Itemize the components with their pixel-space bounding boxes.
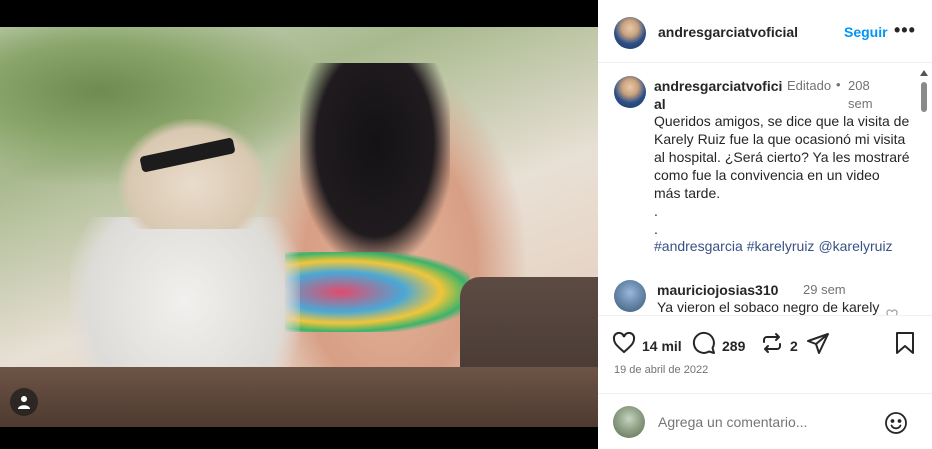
repost-action: 2	[760, 331, 798, 360]
like-count[interactable]: 14 mil	[642, 338, 682, 354]
repost-count[interactable]: 2	[790, 338, 798, 354]
follow-button[interactable]: Seguir	[844, 24, 888, 40]
photo-hair	[300, 63, 450, 263]
photo-bikini	[285, 252, 470, 332]
photo-table	[0, 367, 598, 427]
post-date[interactable]: 19 de abril de 2022	[614, 364, 708, 376]
caption-text: Queridos amigos, se dice que la visita d…	[654, 113, 910, 201]
comment-heart-icon[interactable]	[886, 308, 898, 315]
scroll-up-arrow[interactable]	[920, 70, 928, 76]
more-options-icon[interactable]: •••	[894, 20, 916, 41]
comments-section: andresgarciatvoficial Editado • 208 sem …	[598, 64, 932, 316]
caption-hashtags: #andresgarcia #karelyruiz @karelyruiz	[654, 238, 897, 254]
hashtag-link[interactable]: #karelyruiz	[747, 238, 815, 254]
author-avatar[interactable]	[614, 17, 646, 49]
caption-dots: . .	[654, 203, 658, 237]
post-photo[interactable]	[0, 27, 598, 427]
comment-icon[interactable]	[692, 331, 716, 360]
caption-edited-label: Editado	[787, 78, 832, 93]
comment-time: 29 sem	[803, 282, 846, 297]
smiley-icon[interactable]	[884, 411, 908, 440]
like-action: 14 mil	[612, 331, 682, 360]
commenter-avatar[interactable]	[614, 280, 646, 312]
comment-count[interactable]: 289	[722, 338, 745, 354]
scrollbar-thumb[interactable]	[921, 82, 927, 112]
comment-text: Ya vieron el sobaco negro de karely	[657, 299, 880, 315]
bookmark-icon[interactable]	[894, 331, 916, 355]
caption-username[interactable]: andresgarciatvoficial	[654, 77, 784, 113]
caption-avatar[interactable]	[614, 76, 646, 108]
post-panel: andresgarciatvoficial Seguir ••• andresg…	[598, 0, 932, 449]
person-icon[interactable]	[10, 388, 38, 416]
commenter-username[interactable]: mauriciojosias310	[657, 282, 778, 298]
post-header: andresgarciatvoficial Seguir •••	[598, 0, 932, 63]
comment-input[interactable]	[658, 414, 858, 430]
action-bar: 14 mil 289 2	[598, 317, 932, 361]
mention-link[interactable]: @karelyruiz	[818, 238, 892, 254]
caption-time: 208 sem	[848, 78, 873, 111]
send-icon[interactable]	[806, 331, 830, 355]
hashtag-link[interactable]: #andresgarcia	[654, 238, 743, 254]
photo-hat	[118, 119, 268, 229]
repost-icon[interactable]	[760, 331, 784, 360]
caption-separator: •	[836, 77, 841, 92]
current-user-avatar	[613, 406, 645, 438]
comment-action: 289	[692, 331, 745, 360]
add-comment-bar	[598, 393, 932, 449]
author-username[interactable]: andresgarciatvoficial	[658, 24, 798, 40]
post-media	[0, 0, 598, 449]
heart-icon[interactable]	[612, 331, 636, 360]
